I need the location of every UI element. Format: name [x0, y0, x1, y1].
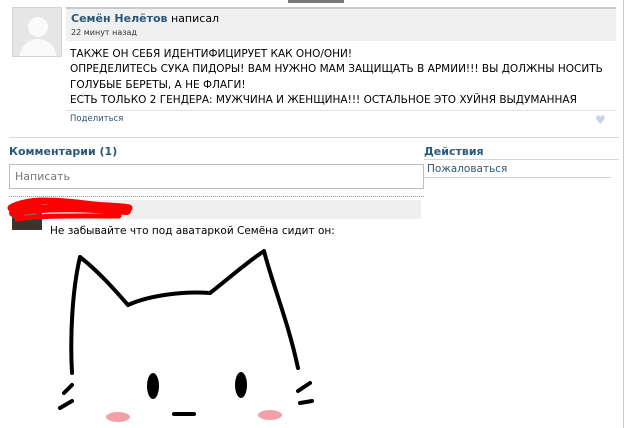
comment-text: Не забывайте что под аватаркой Семёна си…	[50, 225, 335, 237]
author-name-link[interactable]: Семён Нелётов	[71, 12, 168, 25]
actions-title: Действия	[424, 145, 484, 158]
default-avatar-icon	[13, 8, 61, 56]
actions-divider	[424, 159, 619, 160]
share-link[interactable]: Поделиться	[70, 114, 123, 124]
author-line: Семён Нелётов написал	[71, 12, 219, 25]
post-line: ЕСТЬ ТОЛЬКО 2 ГЕНДЕРА: МУЖЧИНА И ЖЕНЩИНА…	[70, 94, 577, 107]
top-tab-indicator	[288, 0, 344, 3]
report-link[interactable]: Пожаловаться	[427, 163, 507, 175]
post-body: ТАКЖЕ ОН СЕБЯ ИДЕНТИФИЦИРУЕТ КАК ОНО/ОНИ…	[70, 47, 615, 109]
post-line: ОПРЕДЕЛИТЕСЬ СУКА ПИДОРЫ! ВАМ НУЖНО МАМ …	[70, 63, 603, 76]
page-right-border	[623, 0, 624, 428]
cat-drawing-image[interactable]	[50, 243, 340, 428]
post-header: Семён Нелётов написал 22 минут назад	[66, 7, 616, 41]
section-divider	[9, 137, 619, 138]
comment-input[interactable]	[9, 164, 424, 189]
redaction-scribble	[7, 197, 133, 222]
cat-face-icon	[50, 243, 340, 428]
heart-icon[interactable]: ♥	[595, 114, 606, 126]
comments-title[interactable]: Комментарии (1)	[9, 145, 117, 158]
post-line: ТАКЖЕ ОН СЕБЯ ИДЕНТИФИЦИРУЕТ КАК ОНО/ОНИ…	[70, 48, 353, 60]
post-footer-divider	[66, 110, 616, 111]
post-action-text: написал	[171, 12, 220, 25]
post-line: ГОЛУБЫЕ БЕРЕТЫ, А НЕ ФЛАГИ!	[70, 78, 246, 91]
post-timestamp: 22 минут назад	[71, 28, 137, 37]
report-divider	[424, 177, 611, 178]
author-avatar[interactable]	[12, 7, 62, 57]
